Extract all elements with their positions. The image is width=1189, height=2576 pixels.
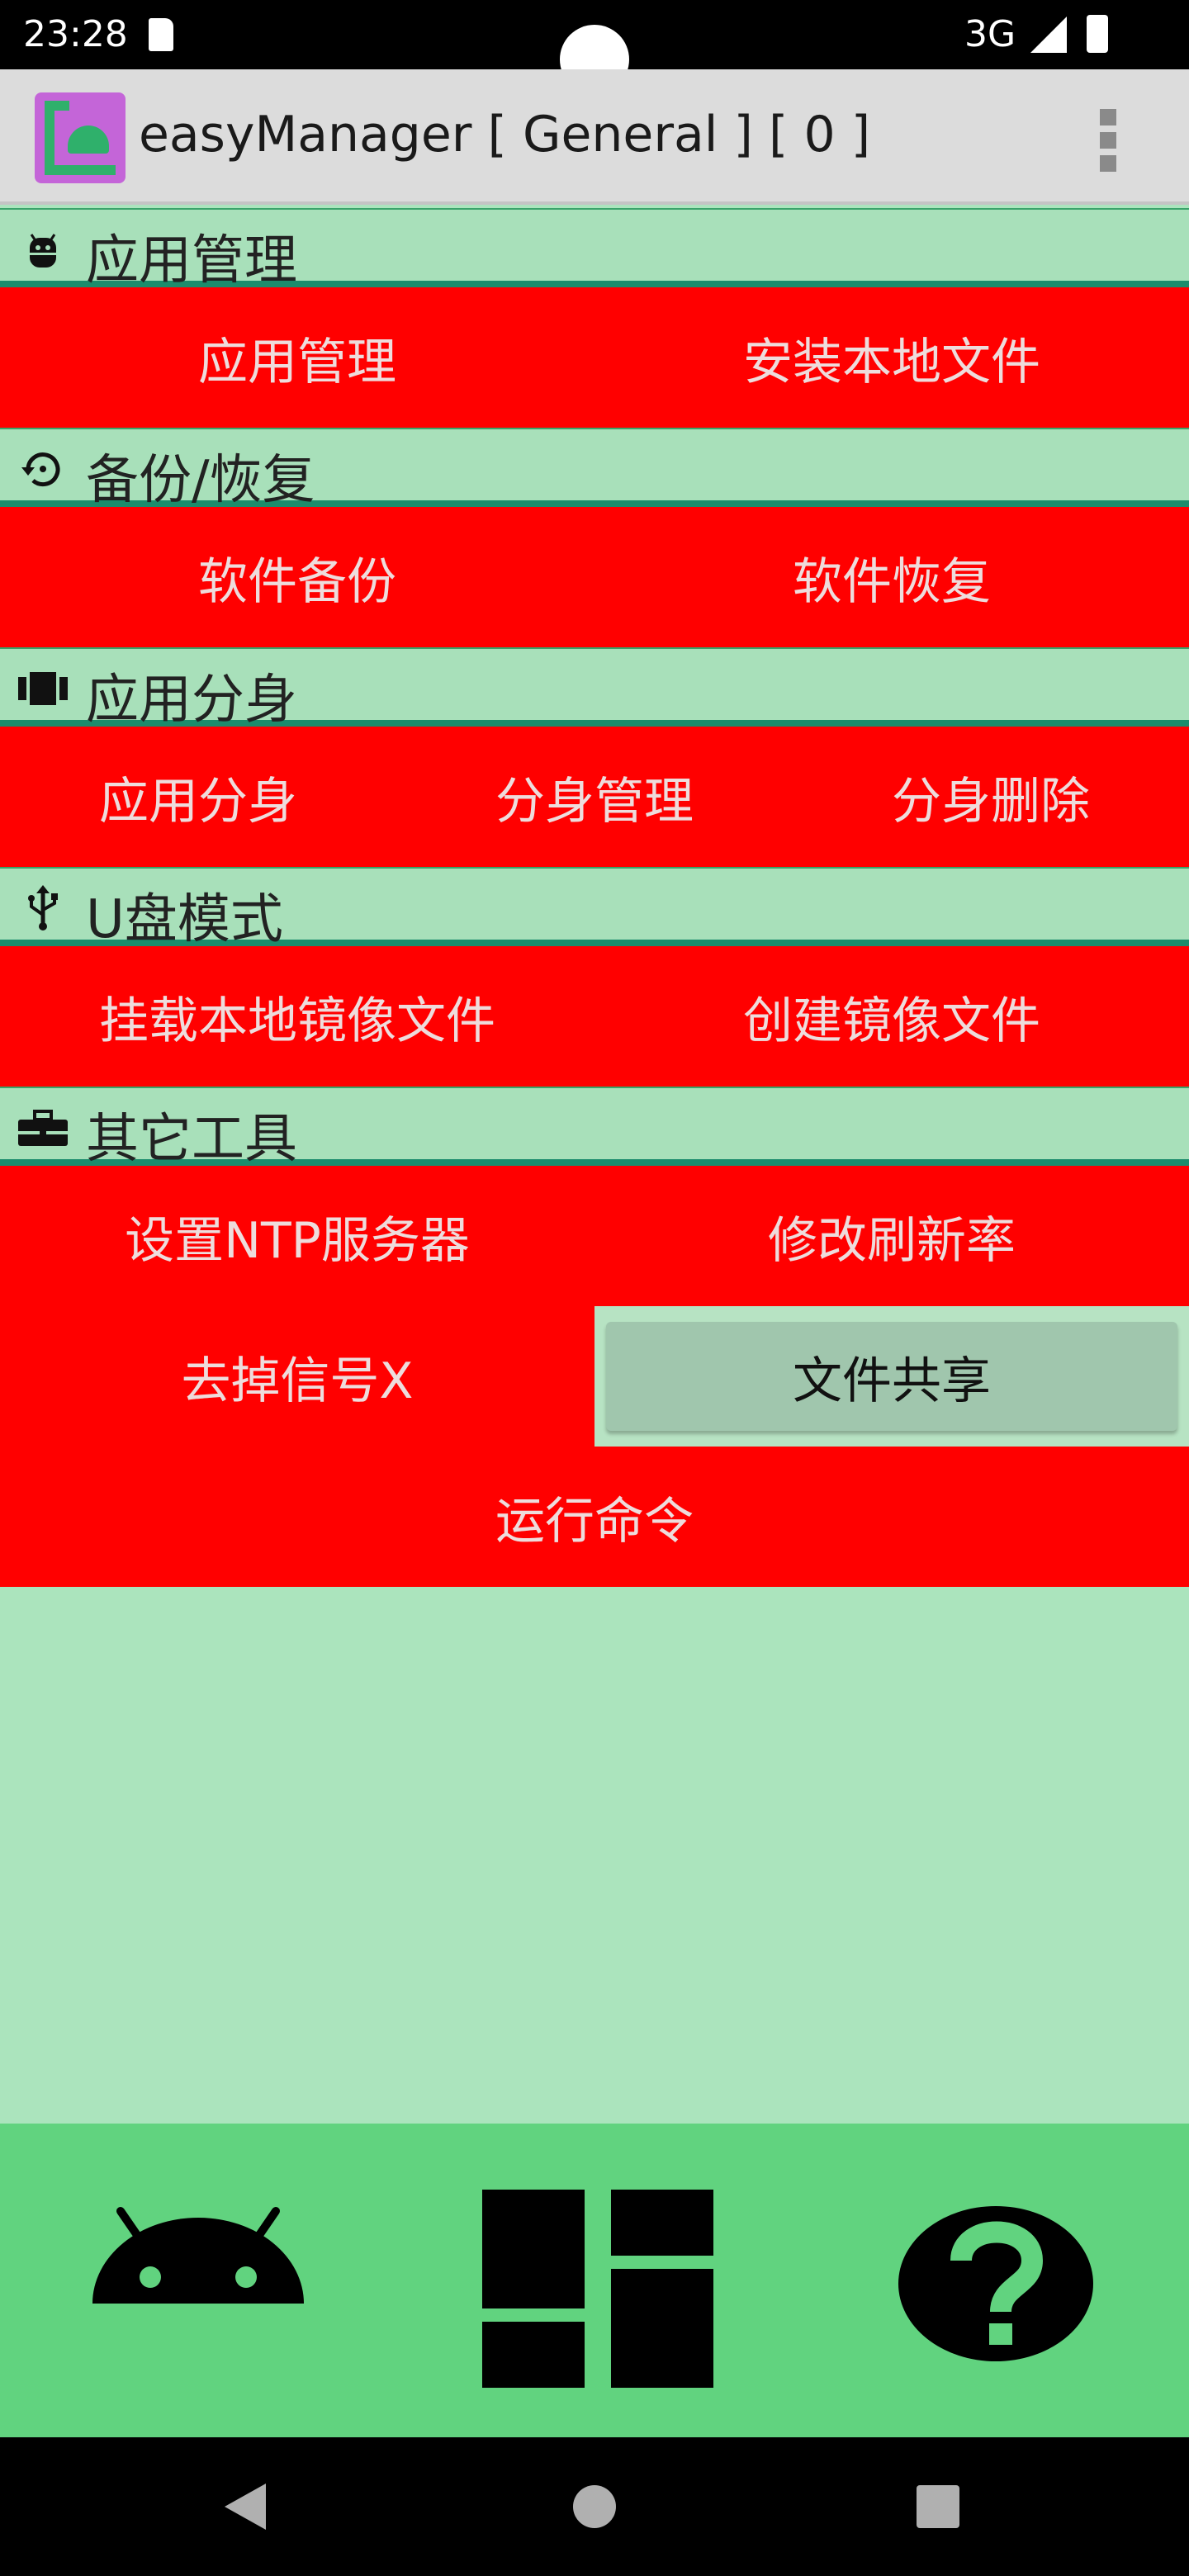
section-header-app-clone: 应用分身 [0,647,1189,731]
clone-icon [18,672,68,705]
section-title: 应用分身 [86,670,297,731]
section-title: U盘模式 [86,889,283,950]
section-header-usb-mode: U盘模式 [0,867,1189,950]
button-row: 应用分身 分身管理 分身删除 [0,727,1189,867]
section-title: 应用管理 [86,230,297,291]
app-management-button[interactable]: 应用管理 [0,287,594,428]
restore-icon [21,452,60,487]
clone-management-button[interactable]: 分身管理 [396,727,793,867]
app-title: easyManager [ General ] [ 0 ] [139,106,871,163]
system-navigation-bar [0,2437,1189,2576]
button-row: 设置NTP服务器 修改刷新率 [0,1166,1189,1306]
section-title: 其它工具 [86,1109,297,1170]
usb-icon [28,885,58,930]
button-row: 应用管理 安装本地文件 [0,287,1189,428]
remove-signal-x-button[interactable]: 去掉信号X [0,1306,594,1447]
app-toolbar: easyManager [ General ] [ 0 ] [0,69,1189,205]
set-ntp-server-button[interactable]: 设置NTP服务器 [0,1166,594,1306]
button-row: 去掉信号X 文件共享 [0,1306,1189,1447]
change-refresh-rate-button[interactable]: 修改刷新率 [594,1166,1189,1306]
main-content: 应用管理 应用管理 安装本地文件 备份/恢复 软件备份 软件恢复 应用分身 应用… [0,208,1189,1587]
section-title: 备份/恢复 [86,450,315,511]
battery-icon [1087,15,1108,53]
nav-item-android[interactable] [0,2124,396,2437]
android-head-icon [30,234,56,268]
file-share-container: 文件共享 [594,1306,1189,1447]
status-time: 23:28 [23,13,128,55]
button-row: 挂载本地镜像文件 创建镜像文件 [0,946,1189,1087]
app-clone-button[interactable]: 应用分身 [0,727,396,867]
back-icon[interactable] [225,2484,266,2530]
software-backup-button[interactable]: 软件备份 [0,507,594,647]
button-row: 软件备份 软件恢复 [0,507,1189,647]
sd-card-icon [149,18,173,51]
section-header-app-management: 应用管理 [0,208,1189,291]
android-icon [92,2207,304,2304]
button-row: 运行命令 [0,1447,1189,1587]
clone-delete-button[interactable]: 分身删除 [793,727,1189,867]
mount-local-image-button[interactable]: 挂载本地镜像文件 [0,946,594,1087]
recents-icon[interactable] [917,2485,959,2528]
software-restore-button[interactable]: 软件恢复 [594,507,1189,647]
app-logo-icon [35,92,126,183]
nav-item-dashboard[interactable] [396,2124,793,2437]
signal-icon [1030,17,1067,53]
create-image-file-button[interactable]: 创建镜像文件 [594,946,1189,1087]
section-header-other-tools: 其它工具 [0,1087,1189,1170]
run-command-button[interactable]: 运行命令 [0,1447,1189,1587]
bottom-navigation [0,2124,1189,2437]
network-type: 3G [964,13,1016,55]
home-icon[interactable] [573,2485,616,2528]
toolbox-icon [18,1110,68,1146]
install-local-file-button[interactable]: 安装本地文件 [594,287,1189,428]
overflow-menu-icon[interactable] [1098,109,1118,172]
file-share-button[interactable]: 文件共享 [606,1322,1177,1431]
nav-item-help[interactable] [793,2124,1189,2437]
section-header-backup-restore: 备份/恢复 [0,428,1189,511]
help-icon [898,2206,1093,2361]
dashboard-icon [482,2190,713,2388]
